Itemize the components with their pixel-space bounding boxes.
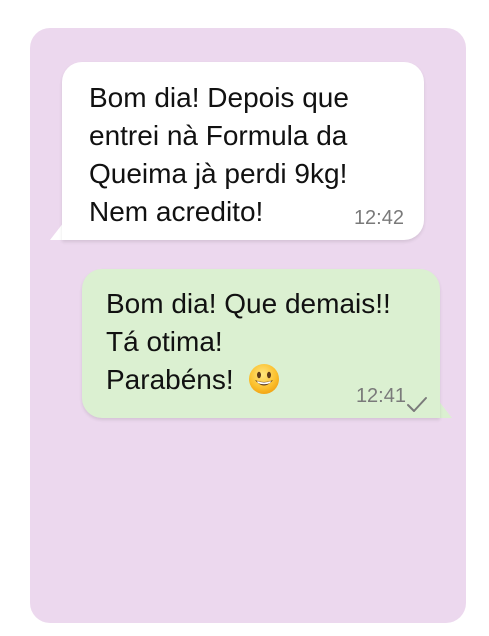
outgoing-message-content: Bom dia! Que demais!! Tá otima! Parabéns… — [106, 285, 391, 399]
smiling-face-icon — [248, 363, 280, 395]
incoming-message-time: 12:42 — [353, 207, 404, 229]
incoming-message-bubble[interactable]: Bom dia! Depois que entrei nà Formula da… — [62, 62, 424, 240]
outgoing-bubble-tail — [438, 400, 452, 418]
outgoing-message-bubble[interactable]: Bom dia! Que demais!! Tá otima! Parabéns… — [82, 269, 440, 418]
incoming-message-text: Bom dia! Depois que entrei nà Formula da… — [89, 82, 349, 227]
check-icon — [406, 386, 428, 412]
outgoing-message-time: 12:41 — [355, 385, 406, 407]
